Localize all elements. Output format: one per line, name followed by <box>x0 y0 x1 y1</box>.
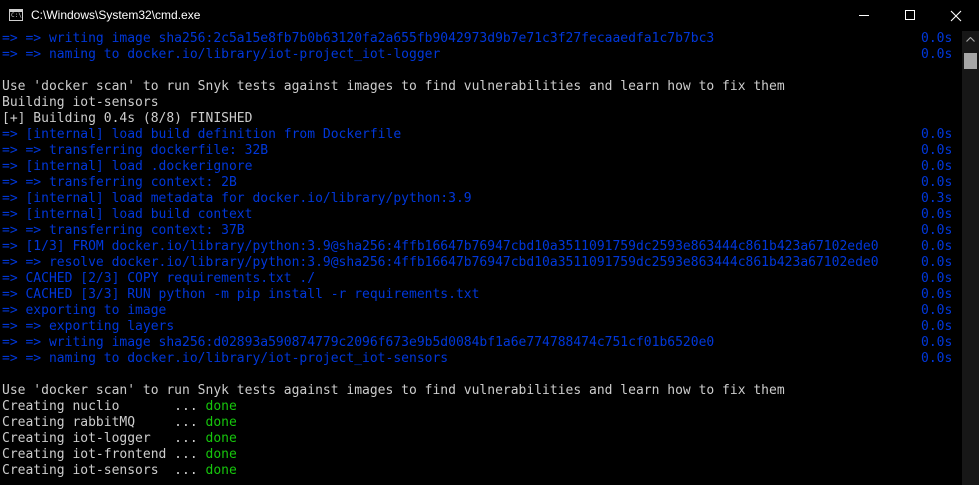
console-line-text: Creating iot-logger ... done <box>2 431 237 446</box>
console-line: => CACHED [3/3] RUN python -m pip instal… <box>0 287 962 303</box>
console-line: => => naming to docker.io/library/iot-pr… <box>0 351 962 367</box>
console-line: => [internal] load build definition from… <box>0 127 962 143</box>
cmd-icon[interactable]: C:\ <box>9 9 23 21</box>
console-line-text: Creating rabbitMQ ... done <box>2 415 237 430</box>
chevron-up-icon <box>966 37 975 42</box>
close-icon <box>950 10 962 22</box>
step-duration: 0.0s <box>921 351 953 366</box>
maximize-button[interactable] <box>887 0 933 31</box>
console-line: Creating rabbitMQ ... done <box>0 415 962 431</box>
step-duration: 0.0s <box>921 255 953 270</box>
console-line-text: => [1/3] FROM docker.io/library/python:3… <box>2 239 879 254</box>
step-duration: 0.0s <box>921 207 953 222</box>
console-line: Creating nuclio ... done <box>0 399 962 415</box>
console-line: => => transferring context: 2B 0.0s <box>0 175 962 191</box>
step-duration: 0.0s <box>921 223 953 238</box>
step-duration: 0.0s <box>921 47 953 62</box>
step-duration: 0.0s <box>921 143 953 158</box>
status-done: done <box>205 431 237 446</box>
step-duration: 0.0s <box>921 319 953 334</box>
status-done: done <box>205 463 237 478</box>
step-duration: 0.0s <box>921 239 953 254</box>
console-line: [+] Building 0.4s (8/8) FINISHED <box>0 111 962 127</box>
step-duration: 0.0s <box>921 287 953 302</box>
console-output[interactable]: => => writing image sha256:2c5a15e8fb7b0… <box>0 31 962 485</box>
console-line: => [internal] load build context 0.0s <box>0 207 962 223</box>
console-line-text: => [internal] load .dockerignore <box>2 159 253 174</box>
console-line-text: => => transferring context: 37B <box>2 223 245 238</box>
step-duration: 0.0s <box>921 271 953 286</box>
console-line: => CACHED [2/3] COPY requirements.txt ./… <box>0 271 962 287</box>
console-line-text: [+] Building 0.4s (8/8) FINISHED <box>2 111 253 126</box>
console-line-text: Creating iot-frontend ... done <box>2 447 237 462</box>
step-duration: 0.0s <box>921 303 953 318</box>
console-line-text: Building iot-sensors <box>2 95 159 110</box>
console-line: Creating iot-frontend ... done <box>0 447 962 463</box>
title-bar[interactable]: C:\ C:\Windows\System32\cmd.exe <box>0 0 979 31</box>
console-line: => => transferring dockerfile: 32B 0.0s <box>0 143 962 159</box>
console-line-text: => [internal] load build context <box>2 207 253 222</box>
console-line: => [internal] load .dockerignore 0.0s <box>0 159 962 175</box>
console-line-text: => CACHED [2/3] COPY requirements.txt ./ <box>2 271 316 286</box>
scroll-up-button[interactable] <box>962 31 979 48</box>
console-line: => => transferring context: 37B 0.0s <box>0 223 962 239</box>
console-line-text: => [internal] load build definition from… <box>2 127 402 142</box>
console-line-text: => => writing image sha256:2c5a15e8fb7b0… <box>2 31 715 46</box>
step-duration: 0.0s <box>921 31 953 46</box>
scrollbar-thumb[interactable] <box>964 53 977 69</box>
step-duration: 0.0s <box>921 175 953 190</box>
console-line-text: => => naming to docker.io/library/iot-pr… <box>2 47 441 62</box>
console-line-text: Creating nuclio ... done <box>2 399 237 414</box>
console-line: Use 'docker scan' to run Snyk tests agai… <box>0 383 962 399</box>
console-line: => [internal] load metadata for docker.i… <box>0 191 962 207</box>
console-line-text: => => transferring dockerfile: 32B <box>2 143 269 158</box>
console-line-text: => => resolve docker.io/library/python:3… <box>2 255 879 270</box>
step-duration: 0.0s <box>921 127 953 142</box>
close-button[interactable] <box>933 0 979 31</box>
console-line: Creating iot-sensors ... done <box>0 463 962 479</box>
console-line-text: => exporting to image <box>2 303 167 318</box>
console-line-text: => => writing image sha256:d02893a590874… <box>2 335 715 350</box>
console-line-text: => [internal] load metadata for docker.i… <box>2 191 472 206</box>
status-done: done <box>205 399 237 414</box>
console-line: => => naming to docker.io/library/iot-pr… <box>0 47 962 63</box>
status-done: done <box>205 447 237 462</box>
console-line-text: => => naming to docker.io/library/iot-pr… <box>2 351 449 366</box>
step-duration: 0.3s <box>921 191 953 206</box>
vertical-scrollbar[interactable] <box>962 31 979 485</box>
console-line: => => exporting layers 0.0s <box>0 319 962 335</box>
console-line-text: Use 'docker scan' to run Snyk tests agai… <box>2 79 785 94</box>
maximize-icon <box>905 10 915 20</box>
console-line-text: => => transferring context: 2B <box>2 175 237 190</box>
console-line: => exporting to image 0.0s <box>0 303 962 319</box>
status-done: done <box>205 415 237 430</box>
minimize-button[interactable] <box>841 0 887 31</box>
console-line: => [1/3] FROM docker.io/library/python:3… <box>0 239 962 255</box>
console-line: Building iot-sensors <box>0 95 962 111</box>
console-line: => => resolve docker.io/library/python:3… <box>0 255 962 271</box>
cmd-icon-label: C:\ <box>11 12 22 19</box>
console-line: => => writing image sha256:2c5a15e8fb7b0… <box>0 31 962 47</box>
minimize-icon <box>859 15 869 16</box>
step-duration: 0.0s <box>921 159 953 174</box>
console-line: Creating iot-logger ... done <box>0 431 962 447</box>
step-duration: 0.0s <box>921 335 953 350</box>
console-line-text: => => exporting layers <box>2 319 175 334</box>
window-title: C:\Windows\System32\cmd.exe <box>31 8 201 22</box>
console-line-text: Creating iot-sensors ... done <box>2 463 237 478</box>
console-line: => => writing image sha256:d02893a590874… <box>0 335 962 351</box>
console-line: Use 'docker scan' to run Snyk tests agai… <box>0 79 962 95</box>
console-line-text: Use 'docker scan' to run Snyk tests agai… <box>2 383 785 398</box>
console-line-text: => CACHED [3/3] RUN python -m pip instal… <box>2 287 480 302</box>
